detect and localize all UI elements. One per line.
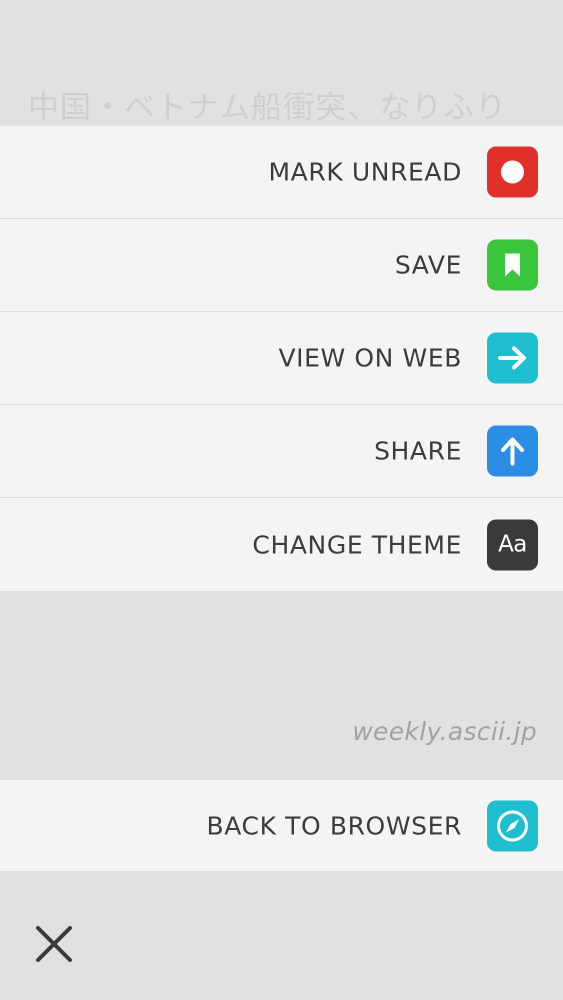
arrow-up-icon	[487, 425, 538, 477]
view-on-web-label: VIEW ON WEB	[278, 343, 462, 373]
save-button[interactable]: SAVE	[0, 219, 563, 312]
background-article-title: 中国・ベトナム船衝突、なりふり	[28, 90, 508, 126]
mark-unread-button[interactable]: MARK UNREAD	[0, 126, 563, 219]
close-button[interactable]	[30, 920, 78, 968]
save-label: SAVE	[394, 250, 462, 280]
share-button[interactable]: SHARE	[0, 405, 563, 498]
circle-icon	[487, 146, 538, 198]
share-label: SHARE	[374, 436, 462, 466]
source-domain: weekly.ascii.jp	[352, 717, 537, 746]
mark-unread-label: MARK UNREAD	[268, 157, 462, 187]
change-theme-label: CHANGE THEME	[252, 530, 462, 559]
compass-icon	[487, 800, 538, 851]
bookmark-icon	[487, 239, 538, 291]
view-on-web-button[interactable]: VIEW ON WEB	[0, 312, 563, 405]
theme-aa-icon: Aa	[487, 519, 538, 570]
action-menu: MARK UNREAD SAVE VIEW ON WEB SHARE CHANG…	[0, 126, 563, 591]
back-to-browser-label: BACK TO BROWSER	[206, 811, 462, 840]
back-to-browser-button[interactable]: BACK TO BROWSER	[0, 780, 563, 871]
arrow-right-icon	[487, 332, 538, 384]
close-icon	[36, 926, 72, 962]
change-theme-button[interactable]: CHANGE THEME Aa	[0, 498, 563, 591]
